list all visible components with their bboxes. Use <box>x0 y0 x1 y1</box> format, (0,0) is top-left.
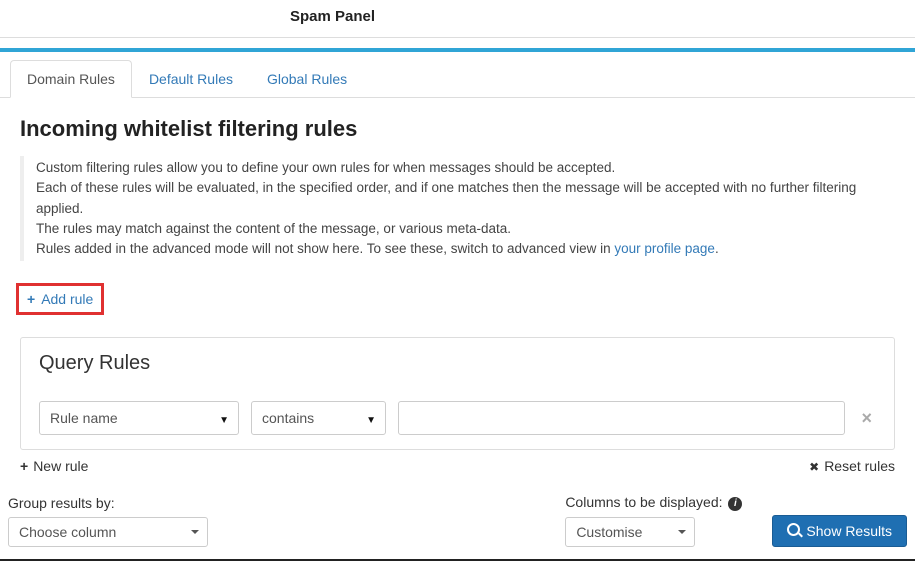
new-rule-link[interactable]: New rule <box>20 458 88 474</box>
bottom-right-group: Columns to be displayed: i Customise Sho… <box>565 494 907 546</box>
header-divider <box>0 37 915 38</box>
operator-select[interactable]: contains <box>251 401 386 435</box>
group-results-value: Choose column <box>19 524 116 540</box>
columns-select[interactable]: Customise <box>565 517 695 547</box>
query-rules-panel: Query Rules Rule name contains × <box>20 337 895 450</box>
group-results-label: Group results by: <box>8 495 208 511</box>
tabs-bar: Domain Rules Default Rules Global Rules <box>0 52 915 98</box>
field-select-wrap: Rule name <box>39 401 239 435</box>
tab-default-rules[interactable]: Default Rules <box>132 60 250 98</box>
operator-select-wrap: contains <box>251 401 386 435</box>
add-rule-label: Add rule <box>41 291 93 307</box>
plus-icon <box>20 458 28 474</box>
tab-domain-rules[interactable]: Domain Rules <box>10 60 132 98</box>
description-line-3: The rules may match against the content … <box>36 219 895 239</box>
query-row: Rule name contains × <box>39 401 876 435</box>
plus-icon <box>27 291 35 307</box>
reset-rules-label: Reset rules <box>824 458 895 474</box>
query-panel-footer: New rule Reset rules <box>0 450 915 484</box>
section-heading: Incoming whitelist filtering rules <box>20 116 895 142</box>
group-results-select[interactable]: Choose column <box>8 517 208 547</box>
close-icon <box>809 458 819 474</box>
info-icon[interactable]: i <box>728 497 742 511</box>
show-results-button[interactable]: Show Results <box>772 515 907 547</box>
columns-section: Columns to be displayed: i Customise <box>565 494 742 546</box>
add-rule-link[interactable]: Add rule <box>27 291 93 307</box>
remove-rule-icon[interactable]: × <box>857 408 876 429</box>
query-value-input[interactable] <box>398 401 845 435</box>
show-results-label: Show Results <box>806 523 892 539</box>
field-select[interactable]: Rule name <box>39 401 239 435</box>
bottom-controls-row: Group results by: Choose column Columns … <box>0 484 915 554</box>
columns-label-text: Columns to be displayed: <box>565 494 722 510</box>
columns-label: Columns to be displayed: i <box>565 494 742 510</box>
chevron-down-icon <box>678 530 686 534</box>
description-line-4-text: Rules added in the advanced mode will no… <box>36 241 614 256</box>
description-line-1: Custom filtering rules allow you to defi… <box>36 158 895 178</box>
tab-global-rules[interactable]: Global Rules <box>250 60 364 98</box>
add-rule-highlight: Add rule <box>16 283 104 315</box>
columns-select-value: Customise <box>576 524 642 540</box>
profile-page-link[interactable]: your profile page <box>614 241 715 256</box>
content-area: Incoming whitelist filtering rules Custo… <box>0 98 915 450</box>
reset-rules-link[interactable]: Reset rules <box>809 458 895 474</box>
group-results-section: Group results by: Choose column <box>8 495 208 547</box>
description-line-2: Each of these rules will be evaluated, i… <box>36 178 895 219</box>
page-title: Spam Panel <box>290 0 915 37</box>
query-rules-title: Query Rules <box>39 352 876 375</box>
chevron-down-icon <box>191 530 199 534</box>
search-icon <box>787 523 800 539</box>
description-line-4: Rules added in the advanced mode will no… <box>36 239 895 259</box>
new-rule-label: New rule <box>33 458 88 474</box>
description-block: Custom filtering rules allow you to defi… <box>20 156 895 261</box>
